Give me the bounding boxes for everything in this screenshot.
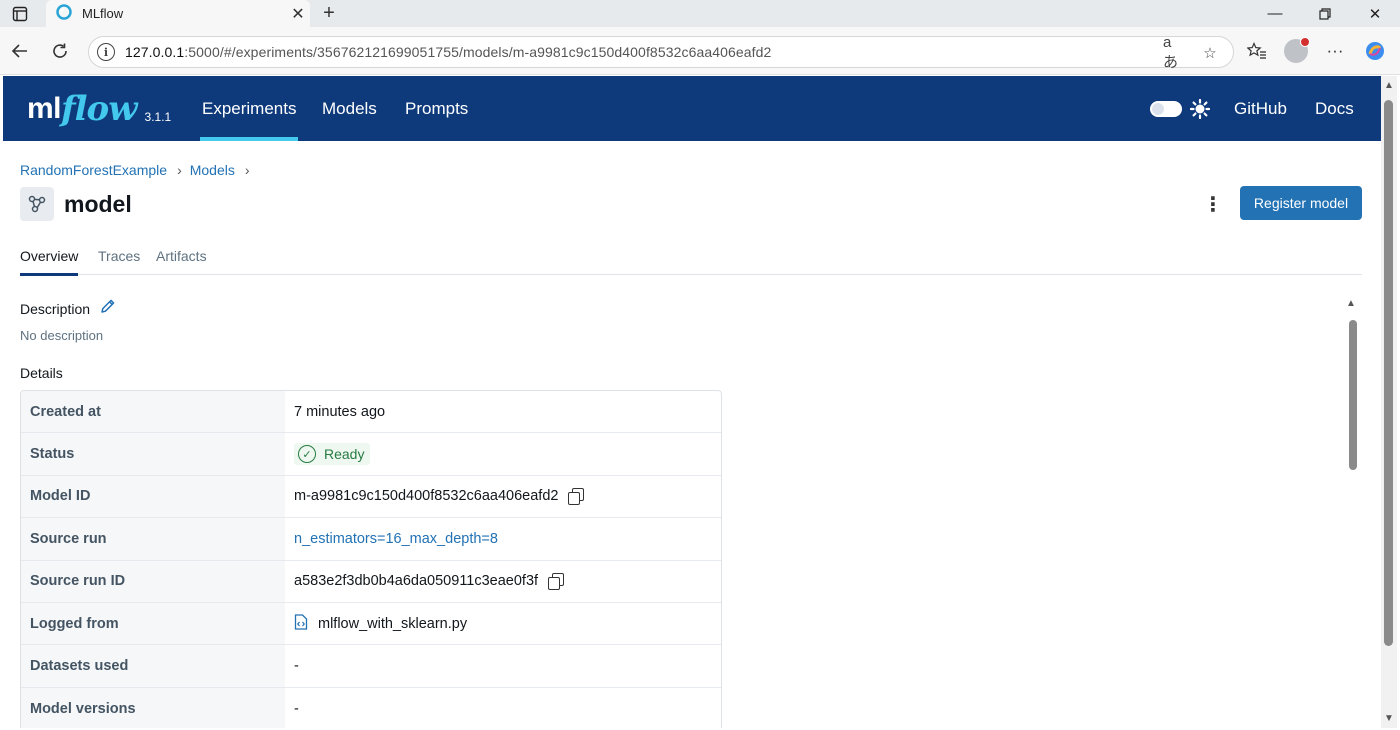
close-icon[interactable]: ✕ [286,4,310,24]
breadcrumb-experiment[interactable]: RandomForestExample [20,162,167,178]
description-text: No description [20,328,104,343]
code-file-icon [294,613,308,634]
row-value: - [294,700,299,717]
register-model-button[interactable]: Register model [1240,186,1362,220]
details-heading: Details [20,365,63,381]
row-key: Created at [21,391,285,433]
source-run-link[interactable]: n_estimators=16_max_depth=8 [294,531,498,547]
read-aloud-icon[interactable]: aあ [1163,34,1185,71]
nav-experiments[interactable]: Experiments [199,76,299,141]
version-label: 3.1.1 [144,110,172,124]
description-heading: Description [20,298,116,319]
table-row: Status ✓ Ready [21,433,721,476]
model-id-value: m-a9981c9c150d400f8532c6aa406eafd2 [294,488,559,505]
row-value: 7 minutes ago [294,403,386,420]
row-key: Status [21,433,285,475]
tab-traces[interactable]: Traces [98,248,140,275]
more-actions-icon[interactable]: ⋮ [1201,192,1225,216]
copy-icon[interactable] [568,488,585,506]
scroll-thumb[interactable] [1349,320,1357,470]
breadcrumb-separator: › [244,162,250,178]
title-row: model [20,187,132,221]
table-row: Model versions - [21,687,721,728]
nav-github[interactable]: GitHub [1234,76,1287,141]
back-icon[interactable] [6,37,34,65]
row-key: Logged from [21,602,285,645]
url-text[interactable]: 127.0.0.1:5000/#/experiments/35676212169… [125,44,771,60]
favorite-star-icon[interactable]: ☆ [1199,43,1221,63]
table-row: Source run ID a583e2f3db0b4a6da050911c3e… [21,560,721,603]
more-menu-icon[interactable]: ··· [1322,39,1348,63]
breadcrumb-separator: › [177,162,182,178]
row-key: Source run ID [21,560,285,602]
sidebar-icon[interactable] [0,0,40,27]
minimize-icon[interactable]: — [1250,0,1300,27]
table-row: Logged from mlflow_with_sklearn.py [21,602,721,646]
page-scrollbar[interactable]: ▲ ▼ [1381,76,1397,728]
row-key: Source run [21,518,285,560]
mlflow-favicon [56,4,72,23]
favorites-icon[interactable] [1244,39,1270,63]
page-title: model [64,190,132,217]
table-row: Created at 7 minutes ago [21,391,721,434]
scroll-down-icon[interactable]: ▼ [1384,713,1394,724]
table-row: Source run n_estimators=16_max_depth=8 [21,518,721,561]
status-badge: ✓ Ready [294,443,371,466]
copy-icon[interactable] [548,573,565,591]
row-key: Model ID [21,475,285,518]
table-row: Datasets used - [21,645,721,688]
check-circle-icon: ✓ [298,445,316,464]
sun-icon [1189,98,1211,120]
tab-title: MLflow [82,6,124,21]
theme-toggle[interactable] [1150,101,1182,117]
scroll-thumb[interactable] [1384,100,1393,646]
mlflow-app: ml flow 3.1.1 Experiments Models Prompts… [3,76,1381,728]
row-key: Datasets used [21,645,285,687]
page-tabs: Overview Traces Artifacts [20,238,1362,276]
source-run-id-value: a583e2f3db0b4a6da050911c3eae0f3f [294,573,539,590]
mlflow-logo[interactable]: ml flow 3.1.1 [27,88,171,128]
restore-icon[interactable] [1300,0,1350,27]
nav-prompts[interactable]: Prompts [405,76,468,141]
overview-content: Description No description Details Creat… [20,294,1340,728]
profile-avatar[interactable] [1283,37,1310,63]
table-row: Model ID m-a9981c9c150d400f8532c6aa406ea… [21,475,721,519]
row-key: Model versions [21,687,285,728]
browser-tab[interactable]: MLflow ✕ [46,0,310,27]
content-scrollbar[interactable]: ▲ [1344,298,1358,728]
nav-docs[interactable]: Docs [1315,76,1354,141]
breadcrumb-models[interactable]: Models [190,162,235,178]
copilot-icon[interactable] [1362,39,1388,63]
site-info-icon[interactable]: i [97,43,115,61]
pencil-icon[interactable] [100,298,116,319]
model-icon [20,187,54,221]
browser-tab-strip: MLflow ✕ + — ✕ [0,0,1400,27]
tab-overview[interactable]: Overview [20,248,79,276]
tab-artifacts[interactable]: Artifacts [156,248,207,275]
scroll-up-icon[interactable]: ▲ [1346,298,1356,309]
details-table: Created at 7 minutes ago Status ✓ Ready … [20,390,722,728]
app-header: ml flow 3.1.1 Experiments Models Prompts… [3,76,1381,141]
nav-models[interactable]: Models [322,76,377,141]
address-toolbar: i 127.0.0.1:5000/#/experiments/356762121… [0,27,1400,75]
breadcrumb: RandomForestExample › Models › [20,162,258,178]
window-close-icon[interactable]: ✕ [1350,0,1400,27]
refresh-icon[interactable] [46,37,74,65]
new-tab-icon[interactable]: + [316,0,342,27]
row-value: - [294,658,299,675]
scroll-up-icon[interactable]: ▲ [1384,80,1394,91]
logged-from-value: mlflow_with_sklearn.py [318,615,468,632]
url-bar[interactable]: i 127.0.0.1:5000/#/experiments/356762121… [88,34,1234,71]
